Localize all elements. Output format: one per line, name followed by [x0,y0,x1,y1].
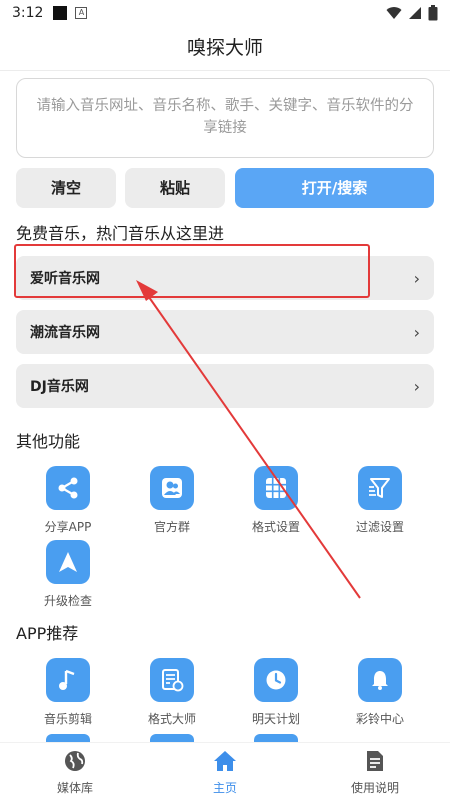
nav-user-manual[interactable]: 使用说明 [300,743,450,800]
bell-icon [358,658,402,702]
wifi-icon [386,7,402,20]
official-group-item[interactable]: 官方群 [124,466,220,535]
free-music-title: 免费音乐，热门音乐从这里进 [16,224,225,243]
status-bar: 3:12 A [0,0,450,26]
list-item-label: 潮流音乐网 [30,325,100,341]
home-icon [213,749,237,773]
list-item-chaoliu-music[interactable]: 潮流音乐网 › [16,310,434,354]
chevron-right-icon: › [413,268,420,288]
grid-item-label: 官方群 [153,520,190,534]
app-recommend-title: APP推荐 [16,624,79,643]
search-input[interactable]: 请输入音乐网址、音乐名称、歌手、关键字、音乐软件的分享链接 [16,78,434,158]
nav-label: 主页 [212,781,237,795]
share-app-item[interactable]: 分享APP [20,466,116,535]
navigation-arrow-icon [46,540,90,584]
nav-label: 媒体库 [56,781,93,795]
other-functions-title: 其他功能 [16,432,81,451]
chevron-right-icon: › [413,322,420,342]
battery-icon [428,5,438,21]
document-convert-icon [150,658,194,702]
header-divider [0,70,450,71]
filter-icon [358,466,402,510]
nav-home[interactable]: 主页 [150,743,300,800]
grid-item-label: 分享APP [44,520,92,534]
tomorrow-plan-item[interactable]: 明天计划 [228,658,324,727]
grid-item-label: 过滤设置 [355,520,404,534]
page-title: 嗅探大师 [186,37,263,59]
group-icon [150,466,194,510]
grid-item-label: 彩铃中心 [355,712,404,726]
bottom-nav: 媒体库 主页 使用说明 [0,742,450,800]
status-time: 3:12 [12,5,44,21]
format-settings-item[interactable]: 格式设置 [228,466,324,535]
grid-item-label: 升级检查 [43,594,92,608]
grid-item-label: 格式设置 [251,520,300,534]
grid-item-label: 格式大师 [147,712,196,726]
nav-media-library[interactable]: 媒体库 [0,743,150,800]
ringtone-center-item[interactable]: 彩铃中心 [332,658,428,727]
globe-icon [63,749,87,773]
chevron-right-icon: › [413,376,420,396]
grid-item-label: 明天计划 [251,712,300,726]
music-editor-item[interactable]: 音乐剪辑 [20,658,116,727]
format-master-item[interactable]: 格式大师 [124,658,220,727]
notification-square-icon [53,6,68,20]
highlight-annotation-box [14,244,370,298]
grid-item-label: 音乐剪辑 [43,712,92,726]
share-icon [46,466,90,510]
paste-button[interactable]: 粘贴 [125,168,225,208]
manual-icon [363,749,387,773]
list-item-label: DJ音乐网 [30,379,89,395]
update-check-item[interactable]: 升级检查 [20,540,116,609]
music-note-icon [46,658,90,702]
clear-button[interactable]: 清空 [16,168,116,208]
open-search-button[interactable]: 打开/搜索 [235,168,434,208]
notification-a-icon: A [75,7,88,19]
signal-icon [409,7,421,19]
grid-icon [254,466,298,510]
nav-label: 使用说明 [350,781,399,795]
filter-settings-item[interactable]: 过滤设置 [332,466,428,535]
clock-icon [254,658,298,702]
list-item-dj-music[interactable]: DJ音乐网 › [16,364,434,408]
